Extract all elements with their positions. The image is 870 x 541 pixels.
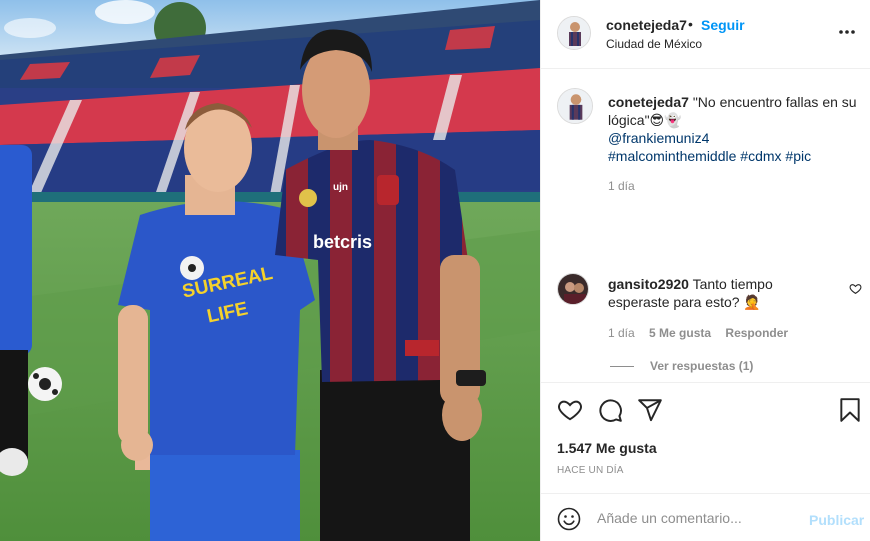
caption-mention[interactable]: @frankiemuniz4 — [608, 130, 709, 146]
commenter-avatar-image — [558, 274, 588, 304]
svg-text:betcris: betcris — [313, 232, 372, 252]
caption-avatar-image — [558, 89, 592, 123]
comment-likes[interactable]: 5 Me gusta — [649, 326, 711, 340]
separator-dot: • — [688, 16, 693, 32]
reply-button[interactable]: Responder — [725, 326, 788, 340]
share-icon[interactable] — [637, 397, 663, 423]
comment-time[interactable]: 1 día — [608, 326, 635, 340]
author-username[interactable]: conetejeda7 — [606, 17, 687, 33]
post-actions: 1.547 Me gusta HACE UN DÍA — [541, 382, 870, 492]
more-horizontal-icon[interactable] — [837, 22, 857, 42]
post-image: SURREAL LIFE betcris ujn — [0, 0, 540, 541]
comment-username[interactable]: gansito2920 — [608, 276, 689, 292]
bookmark-icon[interactable] — [837, 397, 863, 423]
caption-text-block: conetejeda7 "No encuentro fallas en su l… — [608, 93, 858, 165]
heart-icon[interactable] — [557, 397, 583, 423]
view-replies-label: Ver respuestas (1) — [650, 359, 754, 373]
post-date[interactable]: HACE UN DÍA — [557, 465, 624, 476]
comment-input[interactable] — [597, 506, 797, 530]
add-comment-bar: Publicar — [541, 493, 870, 541]
hashtag-link[interactable]: #cdmx — [740, 148, 781, 164]
post-header: conetejeda7 • Seguir Ciudad de México — [541, 0, 870, 69]
publish-button[interactable]: Publicar — [809, 512, 864, 528]
caption-avatar[interactable] — [557, 88, 593, 124]
post-side-panel: conetejeda7 • Seguir Ciudad de México co… — [540, 0, 870, 541]
comment-meta: 1 día 5 Me gusta Responder — [608, 326, 799, 340]
hashtag-link[interactable]: #malcominthemiddle — [608, 148, 736, 164]
author-avatar[interactable] — [557, 16, 591, 50]
comment-like-heart-icon[interactable] — [849, 282, 862, 295]
post-photo[interactable]: SURREAL LIFE betcris ujn — [0, 0, 540, 541]
smiley-icon[interactable] — [557, 507, 581, 531]
author-avatar-image — [558, 17, 590, 49]
comment-icon[interactable] — [597, 397, 623, 423]
svg-text:ujn: ujn — [333, 182, 348, 193]
follow-button[interactable]: Seguir — [701, 17, 745, 33]
view-replies-button[interactable]: Ver respuestas (1) — [610, 359, 753, 373]
post-location[interactable]: Ciudad de México — [606, 37, 702, 51]
commenter-avatar[interactable] — [557, 273, 589, 305]
comment-text-block: gansito2920 Tanto tiempo esperaste para … — [608, 275, 828, 311]
hashtag-link[interactable]: #pic — [785, 148, 811, 164]
caption-username[interactable]: conetejeda7 — [608, 94, 689, 110]
replies-divider — [610, 366, 634, 368]
post-likes-count[interactable]: 1.547 Me gusta — [557, 440, 657, 456]
caption-time[interactable]: 1 día — [608, 179, 635, 193]
